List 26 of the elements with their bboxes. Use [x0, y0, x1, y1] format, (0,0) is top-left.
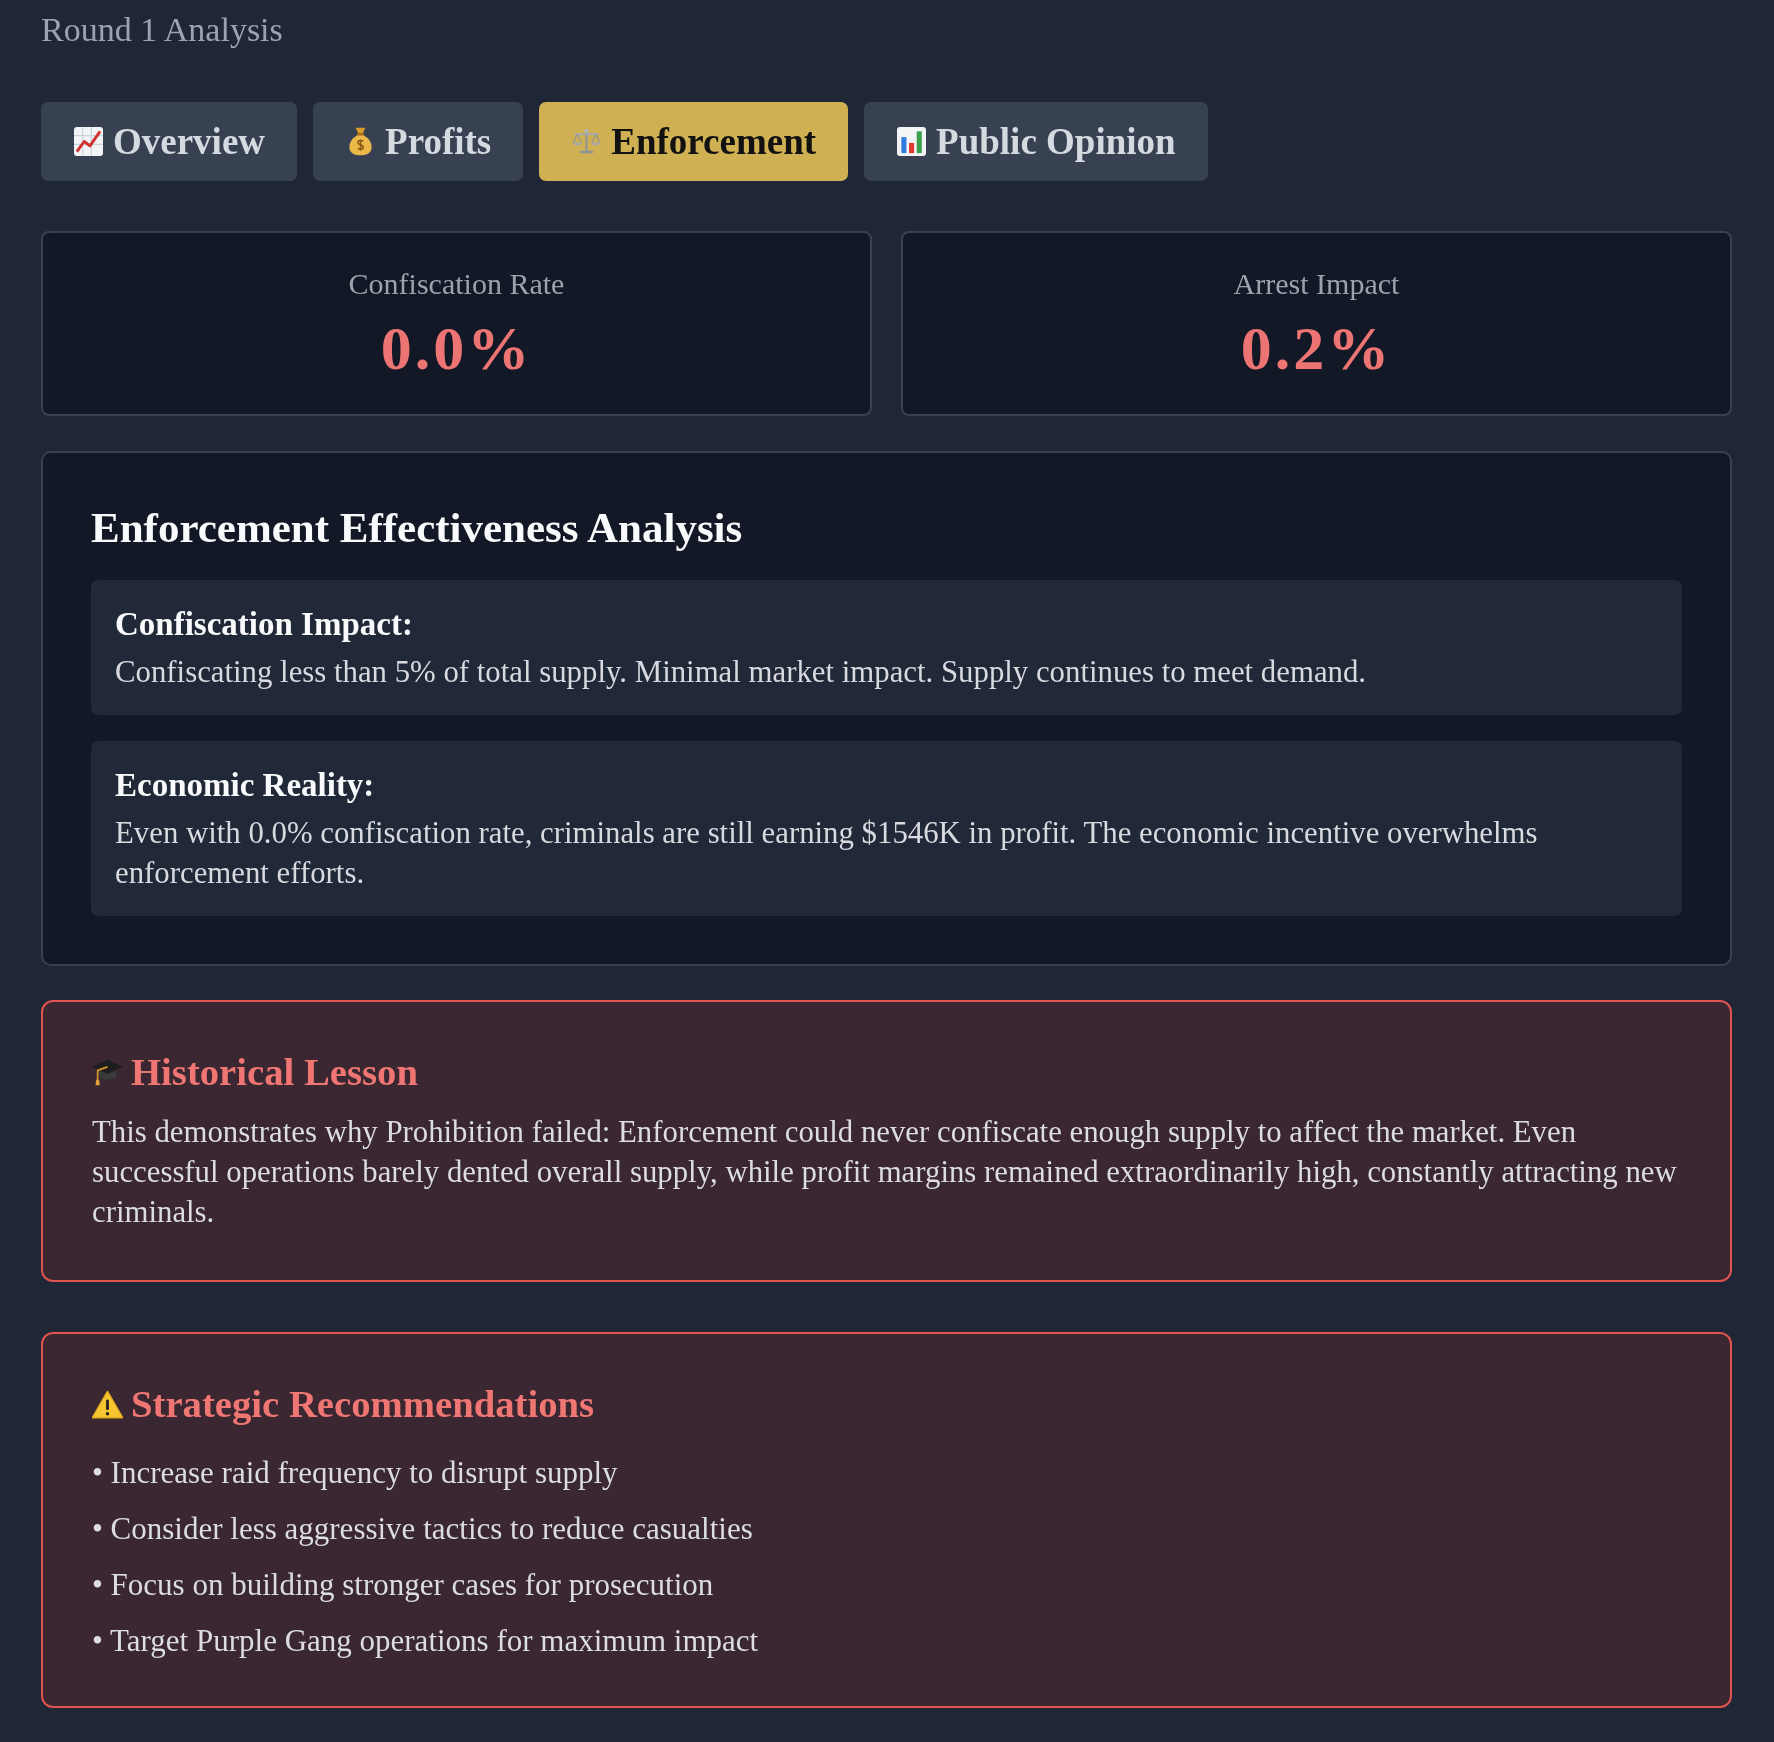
bar-chart-icon [897, 127, 927, 156]
info-heading: Confiscation Impact: [115, 605, 413, 644]
recommendation-item: • Consider less aggressive tactics to reduce casualties [92, 1510, 753, 1548]
page-title: Round 1 Analysis [41, 10, 283, 50]
warning-icon [92, 1389, 123, 1419]
tab[interactable]: Profits [313, 102, 524, 181]
tab[interactable]: Enforcement [539, 102, 849, 181]
chart-up-icon [74, 127, 103, 156]
scales-icon [572, 127, 602, 156]
recommendation-item: • Increase raid frequency to disrupt supply [92, 1454, 618, 1492]
recommendation-item: • Focus on building stronger cases for prosecution [92, 1566, 714, 1604]
lesson-title: Historical Lesson [131, 1050, 418, 1094]
metric-value: 0.0% [380, 316, 533, 380]
recommendation-item: • Target Purple Gang operations for maximum impact [92, 1622, 759, 1660]
recommendations-title: Strategic Recommendations [131, 1382, 595, 1426]
metric-label: Arrest Impact [1233, 267, 1400, 301]
info-text: Confiscating less than 5% of total supply. Minimal market impact. Supply continues to meet demand. [115, 654, 1368, 691]
panel-title: Enforcement Effectiveness Analysis [91, 505, 743, 551]
metric-value: 0.2% [1240, 316, 1393, 380]
tab[interactable]: Public Opinion [864, 102, 1208, 181]
info-text: Even with 0.0% confiscation rate, criminals are still earning $1546K in profit. The economic incentive overwhelms enforcement efforts. [115, 815, 1539, 892]
info-heading: Economic Reality: [115, 766, 375, 805]
lesson-text: This demonstrates why Prohibition failed: Enforcement could never confiscate enough supply to affect the market. Even successful operations barely dented overall supply, while profit margins remained extraordinarily high, constantly attracting new criminals. [92, 1114, 1678, 1231]
metric-label: Confiscation Rate [348, 267, 565, 301]
tab[interactable]: Overview [41, 102, 298, 181]
graduation-cap-icon [92, 1057, 123, 1087]
